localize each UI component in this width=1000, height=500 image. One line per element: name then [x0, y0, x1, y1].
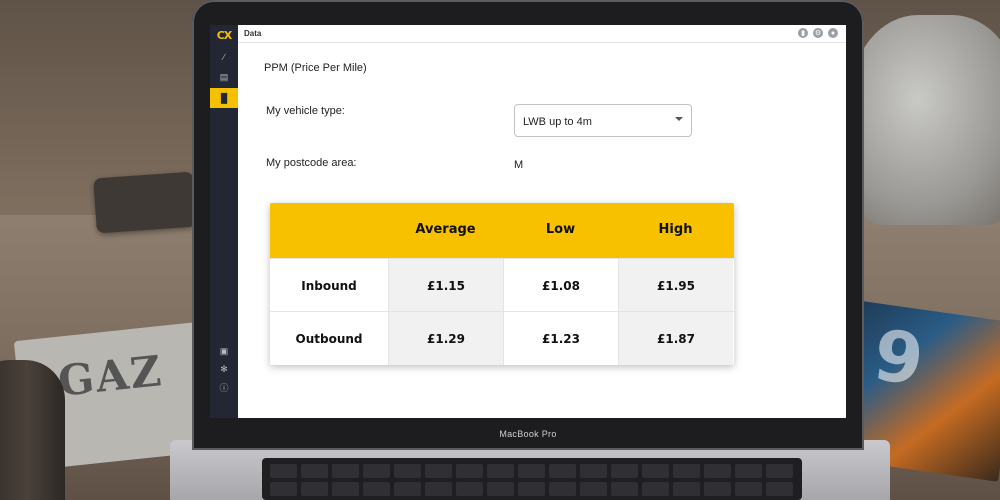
- table-header: Average Low High: [270, 203, 734, 258]
- user-icon[interactable]: ▮: [798, 28, 808, 38]
- vehicle-type-label: My vehicle type:: [266, 105, 345, 117]
- column-header-high: High: [658, 222, 693, 237]
- topbar-icons: ▮ ⚙ ●: [798, 28, 838, 38]
- table-cell: £1.29: [388, 312, 503, 365]
- vehicle-type-select[interactable]: LWB up to 4m: [514, 104, 692, 137]
- page-title: PPM (Price Per Mile): [264, 62, 367, 74]
- postcode-area-label: My postcode area:: [266, 157, 357, 169]
- window-title: Data: [244, 29, 262, 38]
- link-icon[interactable]: ∕: [210, 47, 238, 67]
- sidebar: CX ∕ ▤ ▐▌ ▣ ✻ ⓘ: [210, 25, 238, 418]
- table-cell: £1.08: [503, 259, 618, 312]
- chevron-down-icon: [675, 117, 683, 121]
- background-mug: [0, 360, 65, 500]
- table-cell: £1.87: [618, 312, 733, 365]
- asterisk-icon[interactable]: ✻: [210, 359, 238, 379]
- ppm-table: Average Low High Inbound £1.15 £1.08 £1.…: [270, 203, 734, 365]
- table-row-outbound: Outbound £1.29 £1.23 £1.87: [270, 311, 734, 365]
- inbox-icon[interactable]: ▣: [210, 341, 238, 361]
- top-bar: Data ▮ ⚙ ●: [238, 25, 846, 43]
- gear-icon[interactable]: ⚙: [813, 28, 823, 38]
- row-header-outbound: Outbound: [295, 331, 363, 346]
- document-icon[interactable]: ▤: [210, 67, 238, 87]
- help-icon[interactable]: ⓘ: [210, 377, 238, 397]
- background-phone: [93, 171, 197, 234]
- bar-chart-icon[interactable]: ▐▌: [210, 88, 238, 108]
- table-cell: £1.15: [388, 259, 503, 312]
- row-header-inbound: Inbound: [301, 278, 357, 293]
- column-header-average: Average: [415, 222, 476, 237]
- vehicle-type-value: LWB up to 4m: [523, 116, 592, 128]
- background-chair: [850, 15, 1000, 225]
- postcode-area-value: M: [514, 159, 524, 171]
- app-logo[interactable]: CX: [213, 29, 235, 42]
- laptop-keyboard: [262, 458, 802, 500]
- column-header-low: Low: [545, 222, 576, 237]
- app-screen: CX ∕ ▤ ▐▌ ▣ ✻ ⓘ Data ▮ ⚙ ● PPM (Price Pe…: [210, 25, 846, 418]
- laptop-brand-label: MacBook Pro: [499, 429, 557, 439]
- table-cell: £1.95: [618, 259, 733, 312]
- table-row-inbound: Inbound £1.15 £1.08 £1.95: [270, 258, 734, 312]
- account-circle-icon[interactable]: ●: [828, 28, 838, 38]
- table-cell: £1.23: [503, 312, 618, 365]
